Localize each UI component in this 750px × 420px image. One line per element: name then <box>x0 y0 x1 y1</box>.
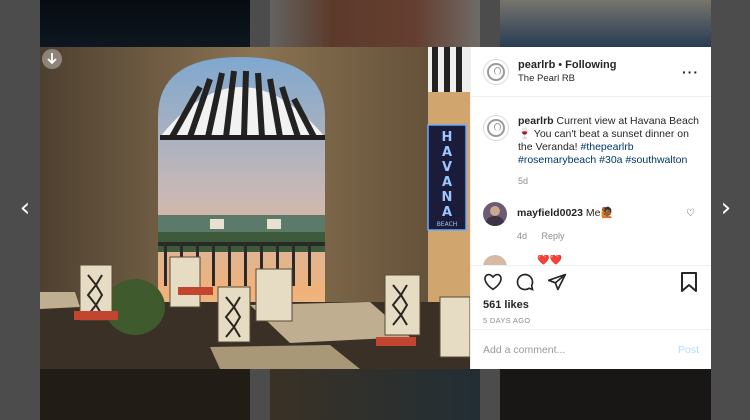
share-icon[interactable] <box>545 270 569 294</box>
post-button[interactable]: Post <box>678 344 699 356</box>
post-modal: H A V A N A BEACH pearlrb • Following Th… <box>40 47 711 369</box>
hashtag-link[interactable]: #southwalton <box>625 154 687 166</box>
caption-avatar[interactable] <box>483 115 509 141</box>
post-side-panel: pearlrb • Following The Pearl RB ··· pearl… <box>470 47 711 369</box>
add-comment-bar: Post <box>471 329 711 369</box>
comment-icon[interactable] <box>513 270 537 294</box>
caption: pearlrb Current view at Havana Beach 🍷 Y… <box>483 115 699 188</box>
list-item: mayfield0023 Me🙋🏾 4d Reply ♡ <box>483 202 699 241</box>
comment-time: 4d <box>517 231 528 241</box>
list-item: ❤️❤️ <box>483 255 699 265</box>
header-username[interactable]: pearlrb <box>518 59 555 71</box>
comment-like-icon[interactable]: ♡ <box>686 208 695 219</box>
likes-count[interactable]: 561 likes <box>471 297 711 311</box>
post-photo: H A V A N A BEACH <box>40 47 470 369</box>
post-header: pearlrb • Following The Pearl RB ··· <box>471 47 711 97</box>
comment-text: ❤️❤️ <box>537 255 562 265</box>
action-bar <box>471 265 711 297</box>
location-link[interactable]: The Pearl RB <box>518 73 682 84</box>
hashtag-link[interactable]: #30a <box>599 154 622 166</box>
sign-letter-5: N <box>442 190 453 205</box>
hashtag-link[interactable]: #rosemarybeach <box>518 154 596 166</box>
comment-text: Me🙋🏾 <box>585 207 614 219</box>
following-button[interactable]: Following <box>565 59 616 71</box>
arrow-left-icon[interactable]: ‹ <box>17 195 33 221</box>
save-icon[interactable] <box>677 270 701 294</box>
caption-username[interactable]: pearlrb <box>518 115 554 127</box>
havana-sign: H A V A N A <box>442 130 453 220</box>
more-icon[interactable]: ··· <box>682 64 699 80</box>
comment-input[interactable] <box>483 343 678 356</box>
caption-time: 5d <box>518 176 529 186</box>
hashtag-link[interactable]: #thepearlrb <box>580 141 633 153</box>
commenter-avatar[interactable] <box>483 202 507 226</box>
posted-time: 5 DAYS AGO <box>483 316 531 325</box>
sign-sub: BEACH <box>437 221 458 228</box>
avatar[interactable] <box>483 58 509 85</box>
heart-icon[interactable] <box>481 270 505 294</box>
commenter-username[interactable]: mayfield0023 <box>517 207 583 219</box>
separator-dot: • <box>558 59 563 71</box>
sign-letter-6: A <box>442 205 452 220</box>
commenter-avatar[interactable] <box>483 255 507 265</box>
sign-letter-2: A <box>442 145 452 160</box>
comments-area[interactable]: pearlrb Current view at Havana Beach 🍷 Y… <box>471 97 711 265</box>
sign-letter-4: A <box>442 175 452 190</box>
sign-letter-1: H <box>442 130 453 145</box>
reply-button[interactable]: Reply <box>542 231 565 241</box>
sign-letter-3: V <box>442 160 452 175</box>
arrow-right-icon[interactable]: › <box>718 195 734 221</box>
restaurant-sunset-image: H A V A N A BEACH <box>40 47 470 369</box>
